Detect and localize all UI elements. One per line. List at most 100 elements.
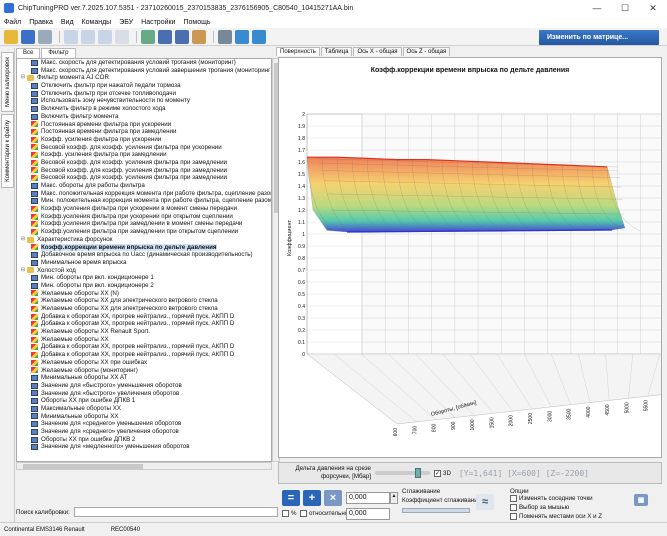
- tree-item[interactable]: Макс. скорость для детектирования услови…: [17, 67, 271, 75]
- undo-icon[interactable]: [64, 29, 78, 44]
- tree-item[interactable]: Добавка к оборотам XX, прогрев нейтрализ…: [17, 313, 271, 321]
- tools-icon[interactable]: [218, 29, 232, 44]
- plus-button[interactable]: +: [303, 490, 321, 506]
- option-swap-axes-box[interactable]: [510, 513, 517, 520]
- tree-item[interactable]: Использовать зону нечувствительности по …: [17, 97, 271, 105]
- tree-item[interactable]: Включить фильтр в режиме холостого хода: [17, 105, 271, 113]
- tree-folder[interactable]: ⊟ Фильтр момента AJ COR: [17, 74, 271, 82]
- menu-commands[interactable]: Команды: [82, 19, 112, 26]
- tree-item[interactable]: Обороты XX при ошибке ДПКВ 1: [17, 397, 271, 405]
- tree-item[interactable]: Добавочное время впрыска по Uacc (динами…: [17, 251, 271, 259]
- tree-item[interactable]: Значение для «среднего» увеличения оборо…: [17, 428, 271, 436]
- percent-box[interactable]: [282, 510, 289, 517]
- tree-item[interactable]: Желаемые обороты (мониторинг): [17, 367, 271, 375]
- scroll-thumb[interactable]: [23, 464, 143, 469]
- tree-item[interactable]: Макс. скорость для детектирования услови…: [17, 59, 271, 67]
- tree-item[interactable]: Постоянная времени фильтра при замедлени…: [17, 128, 271, 136]
- menu-view[interactable]: Вид: [61, 19, 74, 26]
- tree-item[interactable]: Весовой коэфф. для коэфф. усиления фильт…: [17, 159, 271, 167]
- tree-item[interactable]: Коэфф. усиления фильтра при замедлении: [17, 151, 271, 159]
- menu-ecu[interactable]: ЭБУ: [119, 19, 133, 26]
- option-neighbors-box[interactable]: [510, 495, 517, 502]
- tree-item[interactable]: Желаемые обороты XX для электрического в…: [17, 305, 271, 313]
- tab-surface[interactable]: Поверхность: [276, 47, 320, 56]
- navigate-icon[interactable]: [158, 29, 172, 44]
- tree-item[interactable]: Значение для «быстрого» увеличения оборо…: [17, 390, 271, 398]
- relative-input[interactable]: 0,000: [346, 508, 390, 520]
- maximize-button[interactable]: ☐: [611, 0, 639, 16]
- close-button[interactable]: ✕: [639, 0, 667, 16]
- tree-item[interactable]: Коэфф. усиления фильтра при ускорении: [17, 136, 271, 144]
- tree-item[interactable]: Минимальные обороты XX: [17, 413, 271, 421]
- tree-item[interactable]: Минимальные обороты XX AT: [17, 374, 271, 382]
- tab-file-comments[interactable]: Комментарии к файлу: [1, 114, 14, 188]
- tree-folder[interactable]: ⊟ Характеристика форсунок: [17, 236, 271, 244]
- paste-icon[interactable]: [98, 29, 112, 44]
- menu-help[interactable]: Помощь: [183, 19, 210, 26]
- tree-item[interactable]: Желаемые обороты XX (N): [17, 290, 271, 298]
- tree-horizontal-scrollbar[interactable]: [16, 462, 272, 470]
- option-follow-mouse-box[interactable]: [510, 504, 517, 511]
- tree-item[interactable]: Макс. положительная коррекция момента пр…: [17, 190, 271, 198]
- menu-settings[interactable]: Настройки: [141, 19, 175, 26]
- tab-axis-z[interactable]: Ось Z - общая: [402, 47, 451, 56]
- tree-item[interactable]: Отключить фильтр при отсечке топливопода…: [17, 90, 271, 98]
- tab-calibration-menu[interactable]: Меню калибровок: [1, 52, 14, 112]
- tree-item[interactable]: Весовой коэфф. для коэфф. усиления фильт…: [17, 144, 271, 152]
- menu-file[interactable]: Файл: [4, 19, 21, 26]
- tree-item[interactable]: Добавка к оборотам XX, прогрев нейтрализ…: [17, 343, 271, 351]
- tree-item[interactable]: Мин. обороты при вкл. кондиционере 2: [17, 282, 271, 290]
- tree-folder[interactable]: ⊟ Холостой ход: [17, 267, 271, 275]
- tab-axis-x[interactable]: Ось X - общая: [353, 47, 402, 56]
- chart-icon[interactable]: [141, 29, 155, 44]
- tree-item[interactable]: Мин. положительная коррекция момента при…: [17, 197, 271, 205]
- tab-table[interactable]: Таблица: [320, 47, 353, 56]
- check-3d[interactable]: ✓ 3D: [434, 469, 451, 477]
- expand-toggle-icon[interactable]: ⊟: [19, 267, 27, 275]
- tree-item[interactable]: Желаемые обороты XX: [17, 336, 271, 344]
- tree-item[interactable]: Мин. обороты при вкл. кондиционере 1: [17, 274, 271, 282]
- tree-item[interactable]: Весовой коэфф. для коэфф. усиления фильт…: [17, 174, 271, 182]
- tree-item[interactable]: Коэфф.коррекции времени впрыска по дельт…: [17, 243, 271, 252]
- relative-check[interactable]: относительно: [300, 510, 348, 517]
- surface-chart-panel[interactable]: Коэфф.коррекции времени впрыска по дельт…: [278, 57, 662, 458]
- tree-item[interactable]: Коэфф.усиления фильтра при замедлении пр…: [17, 228, 271, 236]
- tree-item[interactable]: Коэфф.усиления фильтра при замедлении в …: [17, 220, 271, 228]
- surface-chart[interactable]: Коэфф.коррекции времени впрыска по дельт…: [279, 58, 661, 457]
- tree-item[interactable]: Добавка к оборотам XX, прогрев нейтрализ…: [17, 320, 271, 328]
- smooth-apply-icon[interactable]: ≈: [476, 494, 494, 510]
- tree-item[interactable]: Желаемые обороты XX для электрического в…: [17, 297, 271, 305]
- change-by-matrix-button[interactable]: Изменить по матрице...: [539, 30, 659, 45]
- save-icon[interactable]: [21, 29, 35, 44]
- fx-icon[interactable]: [192, 29, 206, 44]
- expand-toggle-icon[interactable]: ⊟: [19, 74, 27, 82]
- relative-box[interactable]: [300, 510, 307, 517]
- tree-item[interactable]: Макс. обороты для работы фильтра: [17, 182, 271, 190]
- minimize-button[interactable]: —: [583, 0, 611, 16]
- expand-toggle-icon[interactable]: ⊟: [19, 236, 27, 244]
- menu-edit[interactable]: Правка: [29, 19, 53, 26]
- nav-diamond-icon[interactable]: [175, 29, 189, 44]
- option-swap-axes[interactable]: Поменять местами оси X и Z: [510, 513, 602, 520]
- tree-item[interactable]: Коэфф.усиления фильтра при ускорении при…: [17, 213, 271, 221]
- tree-item[interactable]: Минимальное время впрыска: [17, 259, 271, 267]
- check-3d-box[interactable]: ✓: [434, 469, 441, 477]
- slice-slider-knob[interactable]: [415, 468, 421, 478]
- tab-all[interactable]: Все: [16, 48, 41, 58]
- value-spin[interactable]: ▲: [390, 492, 398, 504]
- calibration-tree[interactable]: Макс. скорость для детектирования услови…: [16, 58, 272, 462]
- tree-item[interactable]: Значение для «быстрого» уменьшения оборо…: [17, 382, 271, 390]
- smoothing-slider[interactable]: [402, 508, 470, 513]
- equals-button[interactable]: =: [282, 490, 300, 506]
- save-as-icon[interactable]: [38, 29, 52, 44]
- slice-slider[interactable]: [375, 468, 430, 478]
- tree-item[interactable]: Значение для «медленного» уменьшения обо…: [17, 443, 271, 451]
- tree-item[interactable]: Включить фильтр момента: [17, 113, 271, 121]
- option-neighbors[interactable]: Изменять соседние точки: [510, 495, 593, 502]
- option-follow-mouse[interactable]: Выбор за мышью: [510, 504, 569, 511]
- multiply-button[interactable]: ×: [324, 490, 342, 506]
- open-folder-icon[interactable]: [4, 29, 18, 44]
- tree-item[interactable]: Коэфф.усиления фильтра при ускорении в м…: [17, 205, 271, 213]
- help-icon[interactable]: [252, 29, 266, 44]
- tree-item[interactable]: Желаемые обороты XX Renault Sport.: [17, 328, 271, 336]
